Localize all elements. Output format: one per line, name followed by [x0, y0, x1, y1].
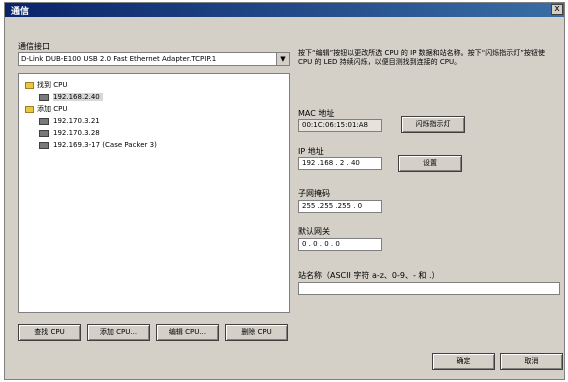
edit-cpu-button[interactable]: 编辑 CPU... [156, 324, 219, 341]
tree-item-added-cpu[interactable]: 192.170.3.28 [39, 128, 100, 138]
interface-label: 通信接口 [18, 42, 50, 51]
ip-label: IP 地址 [298, 147, 324, 156]
title-bar[interactable]: 通信 x [5, 3, 564, 17]
subnet-mask-field[interactable]: 255 .255 .255 . 0 [298, 200, 382, 213]
cpu-icon [39, 93, 49, 101]
mac-label: MAC 地址 [298, 109, 335, 118]
interface-select[interactable]: D-Link DUB-E100 USB 2.0 Fast Ethernet Ad… [18, 52, 290, 66]
cpu-tree[interactable]: 找到 CPU 192.168.2.40 添加 CPU 192.170.3.21 … [18, 73, 290, 313]
cpu-icon [39, 129, 49, 137]
tree-item-label: 192.170.3.28 [53, 129, 100, 137]
tree-group-added[interactable]: 添加 CPU [25, 104, 67, 114]
gateway-field[interactable]: 0 . 0 . 0 . 0 [298, 238, 382, 251]
window-title: 通信 [11, 7, 30, 17]
chevron-down-icon[interactable]: ▼ [276, 53, 289, 65]
interface-selected-value: D-Link DUB-E100 USB 2.0 Fast Ethernet Ad… [21, 55, 217, 63]
folder-icon [25, 81, 34, 89]
blink-led-button[interactable]: 闪烁指示灯 [401, 116, 465, 133]
tree-item-label: 192.169.3-17 (Case Packer 3) [53, 141, 157, 149]
cpu-icon [39, 117, 49, 125]
tree-item-added-cpu[interactable]: 192.170.3.21 [39, 116, 100, 126]
close-button[interactable]: x [551, 4, 563, 15]
tree-item-found-cpu[interactable]: 192.168.2.40 [39, 92, 103, 102]
delete-cpu-button[interactable]: 删除 CPU [225, 324, 288, 341]
ip-address-field[interactable]: 192 .168 . 2 . 40 [298, 157, 382, 170]
cancel-button[interactable]: 取消 [500, 353, 563, 370]
gateway-label: 默认网关 [298, 227, 330, 236]
tree-item-added-cpu[interactable]: 192.169.3-17 (Case Packer 3) [39, 140, 157, 150]
tree-item-label: 192.170.3.21 [53, 117, 100, 125]
ok-button[interactable]: 确定 [432, 353, 495, 370]
subnet-label: 子网掩码 [298, 189, 330, 198]
tree-group-found[interactable]: 找到 CPU [25, 80, 67, 90]
station-name-input[interactable] [298, 282, 560, 295]
station-name-label: 站名称（ASCII 字符 a-z、0-9、- 和 .） [298, 271, 440, 280]
mac-field: 00:1C:06:15:01:A8 [298, 119, 382, 132]
tree-group-label: 添加 CPU [37, 105, 68, 113]
folder-icon [25, 105, 34, 113]
cpu-icon [39, 141, 49, 149]
set-ip-button[interactable]: 设置 [398, 155, 462, 172]
add-cpu-button[interactable]: 添加 CPU... [87, 324, 150, 341]
find-cpu-button[interactable]: 查找 CPU [18, 324, 81, 341]
tree-group-label: 找到 CPU [37, 81, 68, 89]
help-text: 按下“编辑”按钮以更改所选 CPU 的 IP 数据和站名称。按下“闪烁指示灯”按… [298, 49, 545, 66]
tree-item-label: 192.168.2.40 [53, 93, 103, 101]
